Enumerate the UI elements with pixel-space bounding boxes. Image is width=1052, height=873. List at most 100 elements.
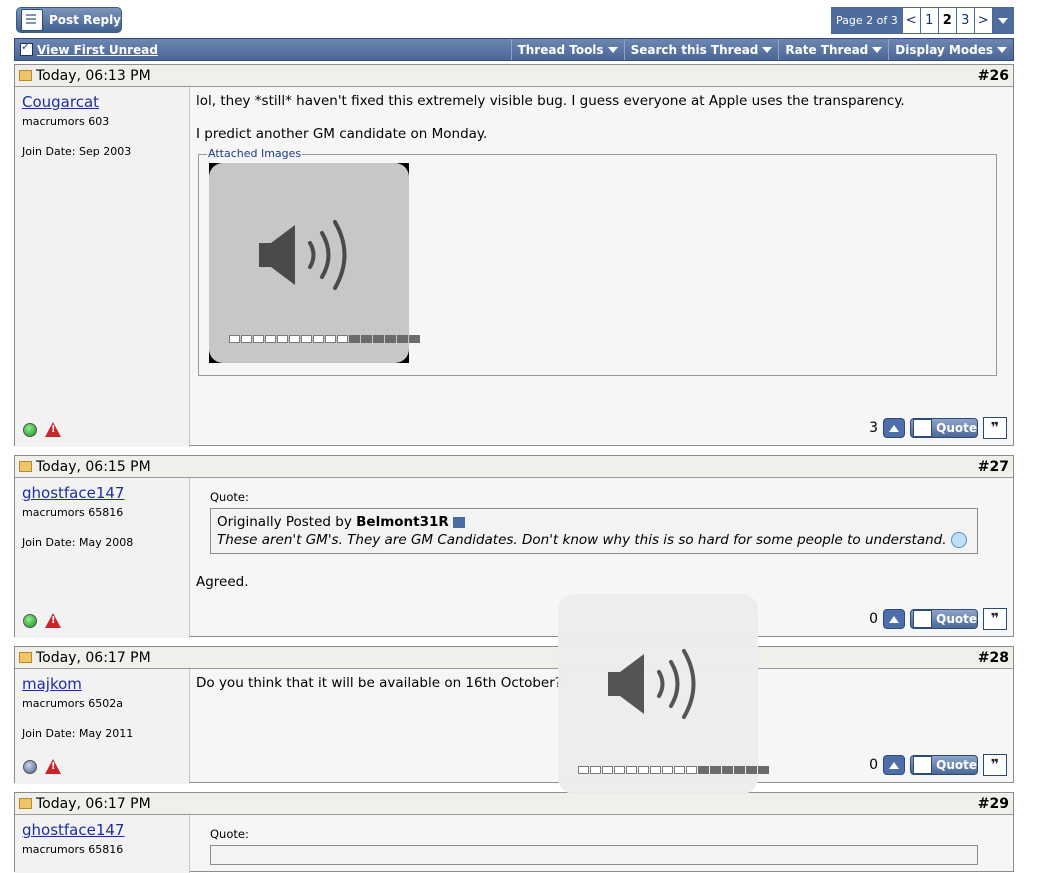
volume-segment <box>638 766 649 774</box>
username-link[interactable]: Cougarcat <box>22 93 189 111</box>
page-indicator: Page 2 of 3 <box>832 8 902 33</box>
volume-segment <box>758 766 769 774</box>
post-content: Quote: <box>190 815 1013 873</box>
post-date: Today, 06:17 PM <box>36 649 151 666</box>
username-link[interactable]: majkom <box>22 675 189 693</box>
volume-segment <box>241 335 252 343</box>
view-first-unread-link[interactable]: View First Unread <box>15 39 511 60</box>
volume-segment <box>265 335 276 343</box>
join-date: Join Date: May 2011 <box>22 727 134 740</box>
page-jump-dropdown[interactable] <box>991 8 1013 33</box>
volume-segment <box>229 335 240 343</box>
volume-segment <box>602 766 613 774</box>
vote-count: 0 <box>869 757 878 773</box>
chevron-down-icon <box>997 17 1008 24</box>
volume-segment <box>313 335 324 343</box>
user-info: majkom macrumors 6502a Join Date: May 20… <box>15 669 190 784</box>
page-1-link[interactable]: 1 <box>919 8 938 33</box>
vote-count: 0 <box>869 611 878 627</box>
vote-count: 3 <box>869 420 878 436</box>
volume-segment <box>746 766 757 774</box>
thread-toolbar: View First Unread Thread Tools Search th… <box>14 38 1014 61</box>
post-icon <box>19 798 32 809</box>
user-info: Cougarcat macrumors 603 Join Date: Sep 2… <box>15 87 190 447</box>
post-header: Today, 06:13 PM #26 <box>15 65 1013 87</box>
view-post-icon[interactable] <box>452 516 465 528</box>
speaker-icon <box>259 220 347 290</box>
prev-page-button[interactable]: < <box>901 8 920 33</box>
volume-segment <box>686 766 697 774</box>
thread-tools-menu[interactable]: Thread Tools <box>510 39 624 60</box>
quote-icon <box>913 419 933 437</box>
username-link[interactable]: ghostface147 <box>22 484 189 502</box>
post-date: Today, 06:13 PM <box>36 67 151 84</box>
report-post-icon[interactable] <box>45 422 61 437</box>
quote-block: Quote: <box>210 827 1007 865</box>
username-link[interactable]: ghostface147 <box>22 821 189 839</box>
volume-segment <box>349 335 360 343</box>
quote-button[interactable]: Quote <box>910 609 978 629</box>
user-title: macrumors 65816 <box>22 506 124 519</box>
post-number-link[interactable]: #26 <box>978 68 1009 84</box>
volume-segment <box>397 335 408 343</box>
post-number-link[interactable]: #28 <box>978 650 1009 666</box>
post-reply-icon <box>21 9 43 31</box>
rate-thread-menu[interactable]: Rate Thread <box>778 39 888 60</box>
post-text: lol, they *still* haven't fixed this ext… <box>196 93 905 109</box>
volume-segment <box>734 766 745 774</box>
quote-author: Belmont31R <box>356 514 449 530</box>
quote-button[interactable]: Quote <box>910 755 978 775</box>
post-icon <box>19 652 32 663</box>
page-3-link[interactable]: 3 <box>955 8 974 33</box>
report-post-icon[interactable] <box>45 613 61 628</box>
volume-segment <box>674 766 685 774</box>
multiquote-button[interactable]: ❞ <box>983 754 1007 776</box>
volume-level-bar <box>229 335 421 343</box>
post-27: Today, 06:15 PM #27 ghostface147 macrumo… <box>14 455 1014 638</box>
multiquote-button[interactable]: ❞ <box>983 608 1007 630</box>
volume-segment <box>253 335 264 343</box>
volume-segment <box>361 335 372 343</box>
upvote-icon[interactable] <box>883 755 905 775</box>
volume-segment <box>698 766 709 774</box>
upvote-icon[interactable] <box>883 418 905 438</box>
join-date: Join Date: May 2008 <box>22 536 134 549</box>
volume-segment <box>578 766 589 774</box>
online-status-icon <box>23 422 37 437</box>
offline-status-icon <box>23 759 37 774</box>
user-info: ghostface147 macrumors 65816 Join Date: … <box>15 478 190 638</box>
user-title: macrumors 6502a <box>22 697 123 710</box>
chevron-down-icon <box>762 46 773 53</box>
chevron-down-icon <box>997 46 1007 53</box>
next-page-button[interactable]: > <box>973 8 992 33</box>
attachment-thumbnail[interactable] <box>209 163 420 363</box>
volume-segment <box>614 766 625 774</box>
join-date: Join Date: Sep 2003 <box>22 145 132 158</box>
volume-segment <box>301 335 312 343</box>
post-icon <box>19 461 32 472</box>
multiquote-button[interactable]: ❞ <box>983 417 1007 439</box>
volume-segment <box>325 335 336 343</box>
quote-box: Originally Posted by Belmont31R These ar… <box>210 508 978 554</box>
user-title: macrumors 65816 <box>22 843 124 856</box>
post-reply-button[interactable]: Post Reply <box>16 7 122 33</box>
post-header: Today, 06:15 PM #27 <box>15 456 1013 478</box>
display-modes-menu[interactable]: Display Modes <box>888 39 1013 60</box>
post-29: Today, 06:17 PM #29 ghostface147 macrumo… <box>14 792 1014 873</box>
quote-button[interactable]: Quote <box>910 418 978 438</box>
volume-segment <box>626 766 637 774</box>
smiley-icon <box>950 532 967 548</box>
search-thread-menu[interactable]: Search this Thread <box>623 39 779 60</box>
quote-box <box>210 845 978 865</box>
post-number-link[interactable]: #29 <box>978 796 1009 812</box>
post-number-link[interactable]: #27 <box>978 459 1009 475</box>
report-post-icon[interactable] <box>45 759 61 774</box>
volume-hud-overlay <box>558 594 769 794</box>
post-header: Today, 06:17 PM #28 <box>15 647 1013 669</box>
user-title: macrumors 603 <box>22 115 110 128</box>
upvote-icon[interactable] <box>883 609 905 629</box>
post-text: Agreed. <box>196 574 249 590</box>
attached-images-label: Attached Images <box>207 147 303 160</box>
volume-segment <box>337 335 348 343</box>
pagination: Page 2 of 3 < 1 2 3 > <box>831 7 1014 34</box>
